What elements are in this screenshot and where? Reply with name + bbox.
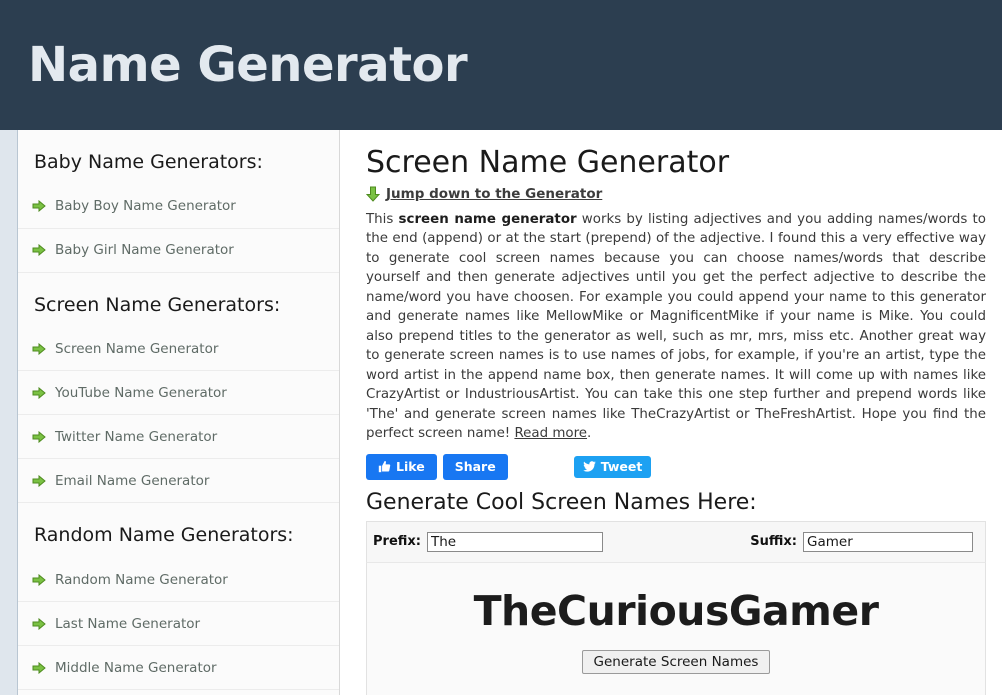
sidebar: Baby Name Generators: Baby Boy Name Gener… (18, 130, 340, 695)
green-arrow-icon (32, 474, 46, 487)
sidebar-item-youtube-name-generator[interactable]: YouTube Name Generator (18, 371, 339, 416)
green-arrow-icon (32, 244, 46, 257)
sidebar-item-label: Twitter Name Generator (55, 428, 218, 445)
intro-part1: This (366, 211, 399, 227)
thumbs-up-icon (378, 460, 391, 473)
facebook-like-button[interactable]: Like (366, 453, 437, 480)
generator-fields-row: Prefix: Suffix: (367, 522, 985, 562)
prefix-field-group: Prefix: (373, 531, 603, 552)
green-arrow-icon (32, 573, 46, 586)
suffix-label: Suffix: (750, 534, 797, 549)
sidebar-item-random-name-generator[interactable]: Random Name Generator (18, 558, 339, 603)
intro-bold: screen name generator (398, 211, 577, 227)
generator-title: Generate Cool Screen Names Here: (366, 489, 757, 515)
generate-screen-names-button[interactable]: Generate Screen Names (581, 649, 771, 674)
twitter-bird-icon (582, 461, 596, 472)
sidebar-item-label: Baby Girl Name Generator (55, 242, 234, 259)
jump-link-row: Jump down to the Generator (365, 186, 986, 202)
sidebar-item-twitter-name-generator[interactable]: Twitter Name Generator (18, 415, 339, 460)
green-down-arrow-icon (365, 186, 381, 202)
sidebar-item-label: Middle Name Generator (55, 659, 217, 676)
sidebar-item-label: Screen Name Generator (55, 340, 219, 357)
sidebar-group-title: Baby Name Generators: (34, 151, 263, 173)
sidebar-item-middle-name-generator[interactable]: Middle Name Generator (18, 646, 339, 691)
sidebar-item-label: YouTube Name Generator (55, 384, 227, 401)
site-title: Name Generator (28, 37, 468, 93)
green-arrow-icon (32, 430, 46, 443)
generated-name: TheCuriousGamer (473, 586, 879, 635)
green-arrow-icon (32, 661, 46, 674)
sidebar-item-label: Baby Boy Name Generator (55, 198, 236, 215)
sidebar-item-baby-girl-name-generator[interactable]: Baby Girl Name Generator (18, 229, 339, 273)
page-body: Baby Name Generators: Baby Boy Name Gener… (0, 130, 1002, 695)
sidebar-item-label: Random Name Generator (55, 571, 228, 588)
main-content: Screen Name Generator Jump down to the G… (340, 130, 1002, 695)
intro-part3: . (587, 426, 592, 441)
intro-part2: works by listing adjectives and you addi… (366, 211, 986, 442)
sidebar-item-email-name-generator[interactable]: Email Name Generator (18, 459, 339, 504)
green-arrow-icon (32, 617, 46, 630)
facebook-share-label: Share (454, 459, 496, 474)
facebook-share-button[interactable]: Share (442, 453, 508, 480)
suffix-input[interactable] (803, 531, 973, 552)
social-buttons-row: Like Share Tweet (366, 453, 986, 480)
green-arrow-icon (32, 200, 46, 213)
sidebar-item-label: Email Name Generator (55, 472, 210, 489)
prefix-label: Prefix: (373, 534, 421, 549)
page-title: Screen Name Generator (366, 145, 730, 180)
sidebar-group-title: Screen Name Generators: (34, 293, 281, 316)
jump-down-link[interactable]: Jump down to the Generator (386, 186, 602, 202)
green-arrow-icon (32, 342, 46, 355)
read-more-link[interactable]: Read more (514, 426, 587, 441)
intro-paragraph: This screen name generator works by list… (366, 210, 986, 444)
sidebar-item-screen-name-generator[interactable]: Screen Name Generator (18, 327, 339, 372)
twitter-tweet-button[interactable]: Tweet (573, 455, 652, 478)
sidebar-item-label: Last Name Generator (55, 615, 201, 632)
sidebar-group-title: Random Name Generators: (34, 524, 294, 547)
suffix-field-group: Suffix: (750, 531, 973, 552)
generator-fields-box: Prefix: Suffix: (366, 520, 986, 562)
prefix-input[interactable] (426, 531, 603, 552)
facebook-like-label: Like (396, 459, 425, 474)
green-arrow-icon (32, 386, 46, 399)
sidebar-item-baby-boy-name-generator[interactable]: Baby Boy Name Generator (18, 185, 339, 229)
sidebar-item-last-name-generator[interactable]: Last Name Generator (18, 602, 339, 647)
left-gutter (0, 130, 18, 695)
twitter-tweet-label: Tweet (600, 459, 643, 474)
generated-name-box: TheCuriousGamer Generate Screen Names (366, 561, 986, 695)
site-header: Name Generator (0, 0, 1002, 130)
